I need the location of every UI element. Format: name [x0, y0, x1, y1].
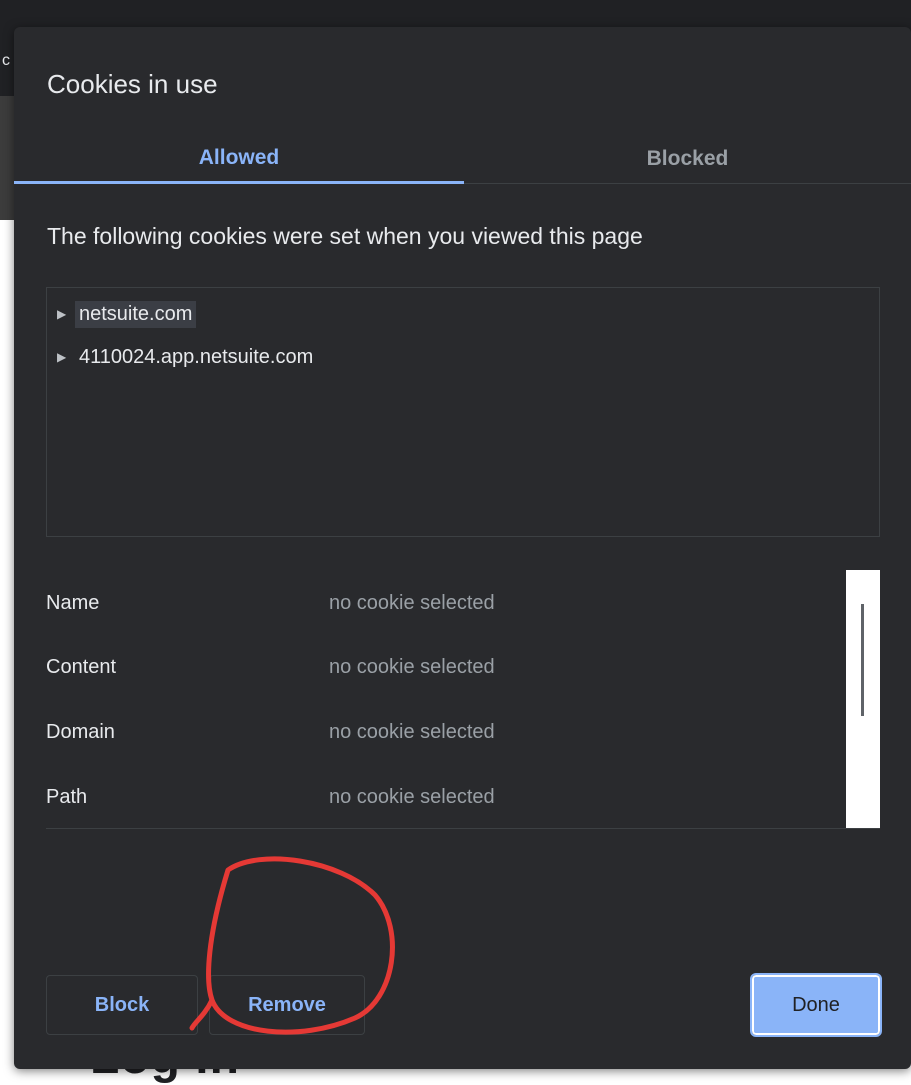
detail-key: Name [46, 591, 100, 614]
detail-value: no cookie selected [329, 655, 495, 678]
detail-row-content: Content no cookie selected [46, 652, 495, 682]
expand-arrow-icon[interactable]: ▶ [57, 350, 75, 364]
done-button[interactable]: Done [750, 973, 882, 1037]
cookies-dialog: Cookies in use Allowed Blocked The follo… [14, 27, 911, 1069]
detail-value: no cookie selected [329, 785, 495, 808]
cookie-tree[interactable]: ▶ netsuite.com ▶ 4110024.app.netsuite.co… [46, 287, 880, 537]
detail-row-name: Name no cookie selected [46, 588, 495, 618]
detail-key: Domain [46, 720, 115, 743]
tree-item-label: 4110024.app.netsuite.com [79, 345, 314, 368]
remove-button[interactable]: Remove [209, 975, 365, 1035]
detail-value: no cookie selected [329, 591, 495, 614]
expand-arrow-icon[interactable]: ▶ [57, 307, 75, 321]
dialog-title: Cookies in use [47, 69, 218, 99]
details-scrollbar[interactable] [846, 570, 880, 828]
detail-key: Path [46, 785, 88, 808]
tab-bar: Allowed Blocked [14, 135, 911, 184]
block-button[interactable]: Block [46, 975, 198, 1035]
detail-value: no cookie selected [329, 720, 495, 743]
background-edge-text: c [2, 52, 10, 69]
detail-row-path: Path no cookie selected [46, 782, 495, 812]
background-left-strip [0, 96, 14, 220]
tree-item-netsuite[interactable]: ▶ netsuite.com [57, 297, 197, 331]
detail-key: Content [46, 655, 117, 678]
tree-item-label: netsuite.com [75, 300, 197, 328]
tab-blocked[interactable]: Blocked [464, 135, 911, 183]
tree-item-app-netsuite[interactable]: ▶ 4110024.app.netsuite.com [57, 340, 317, 374]
cookie-details: Name no cookie selected Content no cooki… [46, 570, 880, 829]
tab-allowed[interactable]: Allowed [14, 135, 464, 184]
scrollbar-thumb[interactable] [861, 604, 864, 716]
dialog-description: The following cookies were set when you … [47, 223, 643, 249]
detail-row-domain: Domain no cookie selected [46, 717, 495, 747]
